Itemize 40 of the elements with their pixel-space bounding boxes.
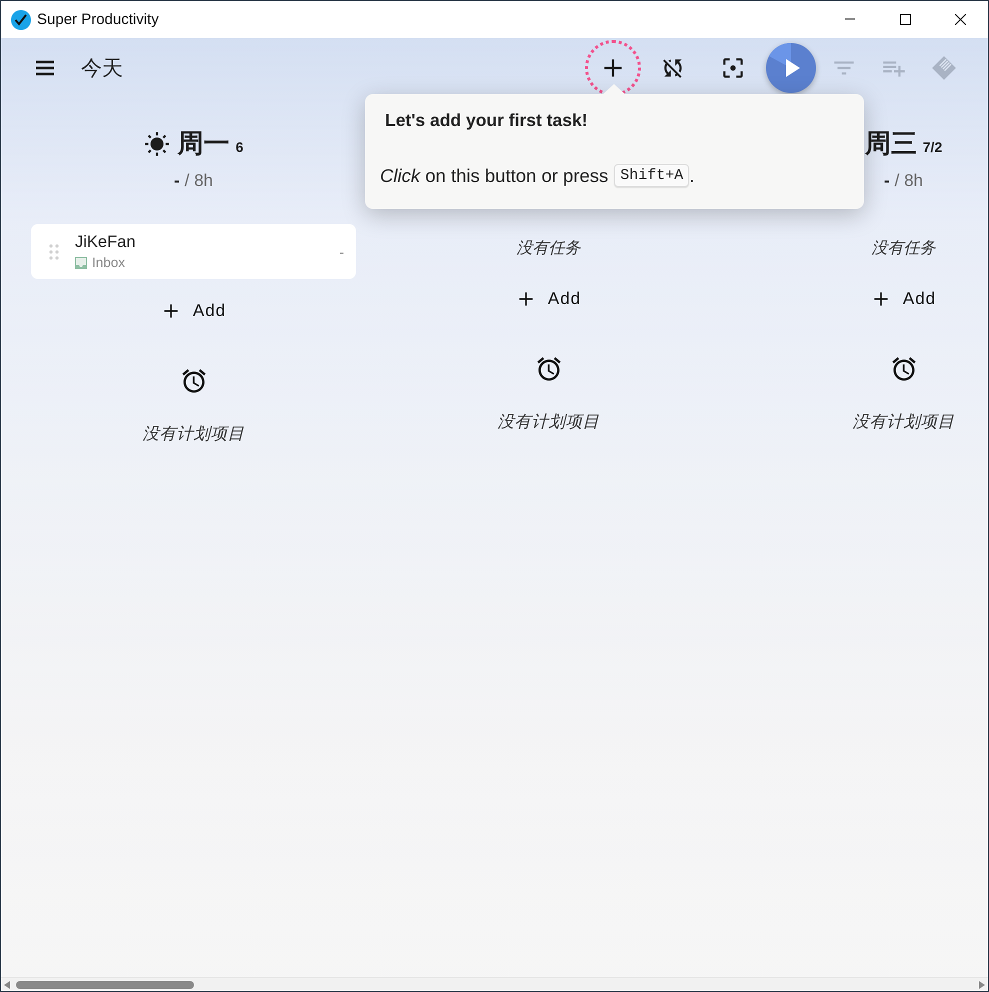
play-button[interactable] xyxy=(766,43,816,93)
scrollbar-thumb[interactable] xyxy=(16,980,194,988)
sun-icon xyxy=(144,130,170,156)
add-task-button[interactable]: Add xyxy=(146,293,240,329)
window-title: Super Productivity xyxy=(37,11,159,28)
drag-handle-icon xyxy=(49,244,59,260)
task-card[interactable]: JiKeFan Inbox - xyxy=(31,224,356,279)
time-estimate: - xyxy=(174,171,180,191)
task-count: 7/2 xyxy=(922,139,942,155)
popup-title: Let's add your first task! xyxy=(385,110,589,131)
alarm-icon xyxy=(180,367,208,395)
popup-text-end: . xyxy=(689,164,694,186)
task-count: 6 xyxy=(236,139,244,155)
scroll-right-icon xyxy=(979,980,985,988)
time-estimate: - xyxy=(884,171,890,191)
empty-schedule-text: 没有计划项目 xyxy=(852,412,954,432)
keyboard-shortcut: Shift+A xyxy=(614,164,690,187)
empty-schedule-text: 没有计划项目 xyxy=(142,424,244,444)
app-logo-icon xyxy=(11,10,31,30)
add-task-button[interactable]: Add xyxy=(856,281,950,317)
inbox-icon xyxy=(75,256,87,268)
empty-schedule-text: 没有计划项目 xyxy=(498,412,600,432)
empty-tasks-text: 没有任务 xyxy=(872,239,936,259)
time-capacity: / 8h xyxy=(184,171,214,191)
empty-tasks-text: 没有任务 xyxy=(516,239,580,259)
alarm-icon xyxy=(890,355,918,383)
project-tag: Inbox xyxy=(92,255,126,270)
add-task-button[interactable]: Add xyxy=(502,281,596,317)
popup-text: Click on this button or press xyxy=(380,164,608,186)
scroll-left-icon xyxy=(4,980,10,988)
alarm-icon xyxy=(534,355,562,383)
time-capacity: / 8h xyxy=(894,171,924,191)
day-title: 周一 xyxy=(178,127,230,160)
page-title: 今天 xyxy=(81,56,123,82)
task-time: - xyxy=(339,244,344,260)
maximize-icon xyxy=(900,14,911,25)
diamond-logo-icon xyxy=(931,55,957,81)
close-icon xyxy=(955,14,966,25)
task-title: JiKeFan xyxy=(75,233,137,252)
day-title: 周三 xyxy=(864,127,917,160)
